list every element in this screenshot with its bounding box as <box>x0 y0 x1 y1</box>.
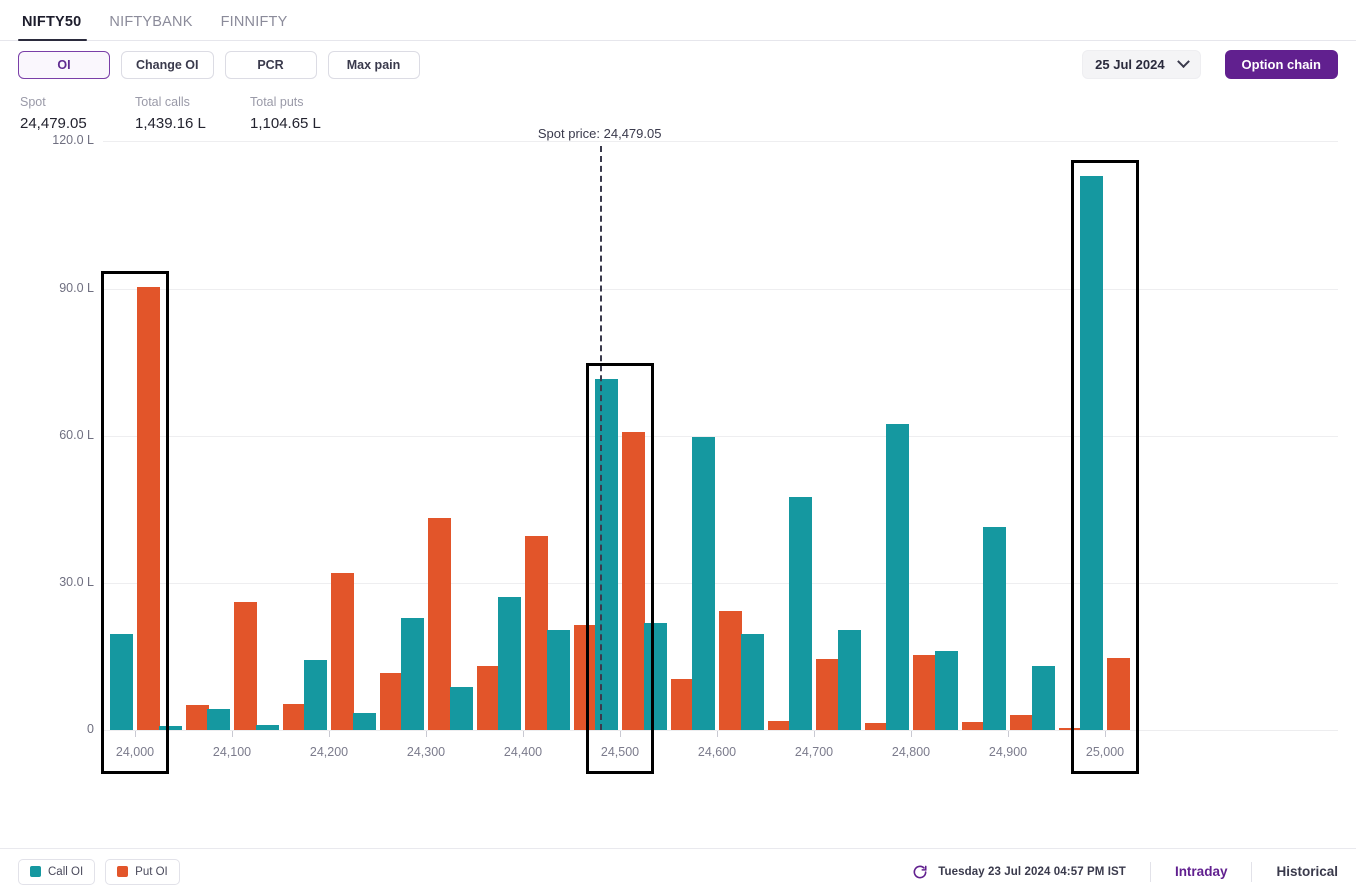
legend-swatch-call <box>30 866 41 877</box>
legend-label: Put OI <box>135 865 168 878</box>
put-oi-bar[interactable] <box>670 679 694 730</box>
footer-link-intraday[interactable]: Intraday <box>1175 864 1228 879</box>
call-oi-bar[interactable] <box>207 709 230 730</box>
put-oi-bar[interactable] <box>913 655 936 730</box>
tab-finnifty[interactable]: FINNIFTY <box>207 14 302 40</box>
tab-label: NIFTYBANK <box>109 14 193 30</box>
x-axis-tick <box>1008 731 1009 737</box>
footer-link-historical[interactable]: Historical <box>1276 864 1338 879</box>
last-updated-timestamp: Tuesday 23 Jul 2024 04:57 PM IST <box>938 865 1126 878</box>
call-oi-bar[interactable] <box>837 630 861 730</box>
option-oi-page: NIFTY50 NIFTYBANK FINNIFTY OI Change OI … <box>0 0 1356 894</box>
call-oi-bar[interactable] <box>740 634 764 730</box>
put-oi-bar[interactable] <box>816 659 839 730</box>
x-axis-tick <box>232 731 233 737</box>
call-oi-bar[interactable] <box>498 596 521 730</box>
x-axis-tick-label: 24,900 <box>988 745 1028 759</box>
x-axis-tick <box>426 731 427 737</box>
call-oi-bar[interactable] <box>449 686 473 730</box>
oi-bar-chart[interactable]: 0 30.0 L 60.0 L 90.0 L 120.0 L 24,000 24,100 24… <box>0 126 1356 836</box>
x-axis-tick <box>814 731 815 737</box>
x-axis-tick <box>523 731 524 737</box>
put-oi-bar[interactable] <box>525 536 548 730</box>
stat-total-calls: Total calls 1,439.16 L <box>135 93 250 136</box>
call-oi-bar[interactable] <box>1031 665 1055 730</box>
metric-button-pcr[interactable]: PCR <box>224 50 317 79</box>
stat-total-puts: Total puts 1,104.65 L <box>250 93 365 136</box>
stat-value: 24,479.05 <box>20 115 87 132</box>
put-oi-bar[interactable] <box>719 611 742 730</box>
x-axis-tick-label: 24,100 <box>212 745 252 759</box>
put-oi-bar[interactable] <box>185 705 209 730</box>
x-axis-tick <box>329 731 330 737</box>
x-axis-tick <box>911 731 912 737</box>
footer-divider-1 <box>1149 861 1151 882</box>
put-oi-bar[interactable] <box>1010 715 1033 730</box>
legend-swatch-put <box>117 866 129 877</box>
highlighted-strike-box[interactable] <box>586 363 654 774</box>
spot-price-label: Spot price: 24,479.05 <box>537 126 662 141</box>
stat-value: 1,439.16 L <box>135 115 206 132</box>
stat-label: Total puts <box>250 95 304 109</box>
chart-toolbar: OI Change OI PCR Max pain 25 Jul 2024 Op… <box>0 41 1356 88</box>
highlighted-strike-box[interactable] <box>1071 159 1139 774</box>
tab-label: NIFTY50 <box>22 14 82 30</box>
call-oi-bar[interactable] <box>255 725 279 730</box>
stat-label: Total calls <box>135 95 190 109</box>
x-axis-tick-label: 24,400 <box>503 745 543 759</box>
call-oi-bar[interactable] <box>934 650 958 730</box>
option-chain-button[interactable]: Option chain <box>1224 50 1338 79</box>
highlighted-strike-box[interactable] <box>101 271 169 774</box>
stat-value: 1,104.65 L <box>250 115 321 132</box>
x-axis-tick-label: 24,300 <box>406 745 446 759</box>
refresh-icon[interactable] <box>912 864 928 880</box>
chart-container: 0 30.0 L 60.0 L 90.0 L 120.0 L 24,000 24,100 24… <box>0 126 1356 848</box>
legend-label: Call OI <box>48 865 84 878</box>
tab-niftybank[interactable]: NIFTYBANK <box>95 14 206 40</box>
legend-item-put-oi[interactable]: Put OI <box>105 858 180 885</box>
x-axis-tick-label: 24,700 <box>794 745 834 759</box>
call-oi-bar[interactable] <box>352 712 376 730</box>
stat-spot: Spot 24,479.05 <box>20 93 135 136</box>
call-oi-bar[interactable] <box>546 630 570 730</box>
summary-stats: Spot 24,479.05 Total calls 1,439.16 L To… <box>0 88 1356 136</box>
put-oi-bar[interactable] <box>331 572 354 730</box>
call-oi-bar[interactable] <box>304 659 327 730</box>
footer-divider-2 <box>1251 861 1253 882</box>
x-axis-tick-label: 24,600 <box>697 745 737 759</box>
put-oi-bar[interactable] <box>379 672 403 730</box>
call-oi-bar[interactable] <box>983 526 1006 730</box>
stat-label: Spot <box>20 95 46 109</box>
chart-baseline <box>103 730 1338 731</box>
call-oi-bar[interactable] <box>789 496 812 730</box>
expiry-date-value: 25 Jul 2024 <box>1095 57 1165 72</box>
bars-layer <box>0 136 1356 730</box>
put-oi-bar[interactable] <box>767 721 791 730</box>
put-oi-bar[interactable] <box>428 518 451 730</box>
legend-item-call-oi[interactable]: Call OI <box>18 858 96 885</box>
x-axis-tick-label: 24,200 <box>309 745 349 759</box>
put-oi-bar[interactable] <box>961 721 985 730</box>
x-axis-tick-label: 24,800 <box>891 745 931 759</box>
x-axis-tick <box>717 731 718 737</box>
tab-label: FINNIFTY <box>220 14 288 30</box>
call-oi-bar[interactable] <box>886 424 909 730</box>
metric-button-oi[interactable]: OI <box>18 50 110 79</box>
chart-footer: Call OI Put OI Tuesday 23 Jul 2024 04:57… <box>0 848 1356 894</box>
put-oi-bar[interactable] <box>282 703 306 730</box>
call-oi-bar[interactable] <box>692 436 715 730</box>
put-oi-bar[interactable] <box>476 666 500 730</box>
put-oi-bar[interactable] <box>864 723 888 730</box>
call-oi-bar[interactable] <box>401 617 424 730</box>
metric-button-change-oi[interactable]: Change OI <box>121 50 214 79</box>
tab-nifty50[interactable]: NIFTY50 <box>18 14 95 41</box>
metric-button-max-pain[interactable]: Max pain <box>327 50 420 79</box>
put-oi-bar[interactable] <box>234 601 257 730</box>
chevron-down-icon <box>1176 55 1190 69</box>
index-tabs: NIFTY50 NIFTYBANK FINNIFTY <box>0 0 1356 41</box>
expiry-date-selector[interactable]: 25 Jul 2024 <box>1082 50 1201 79</box>
